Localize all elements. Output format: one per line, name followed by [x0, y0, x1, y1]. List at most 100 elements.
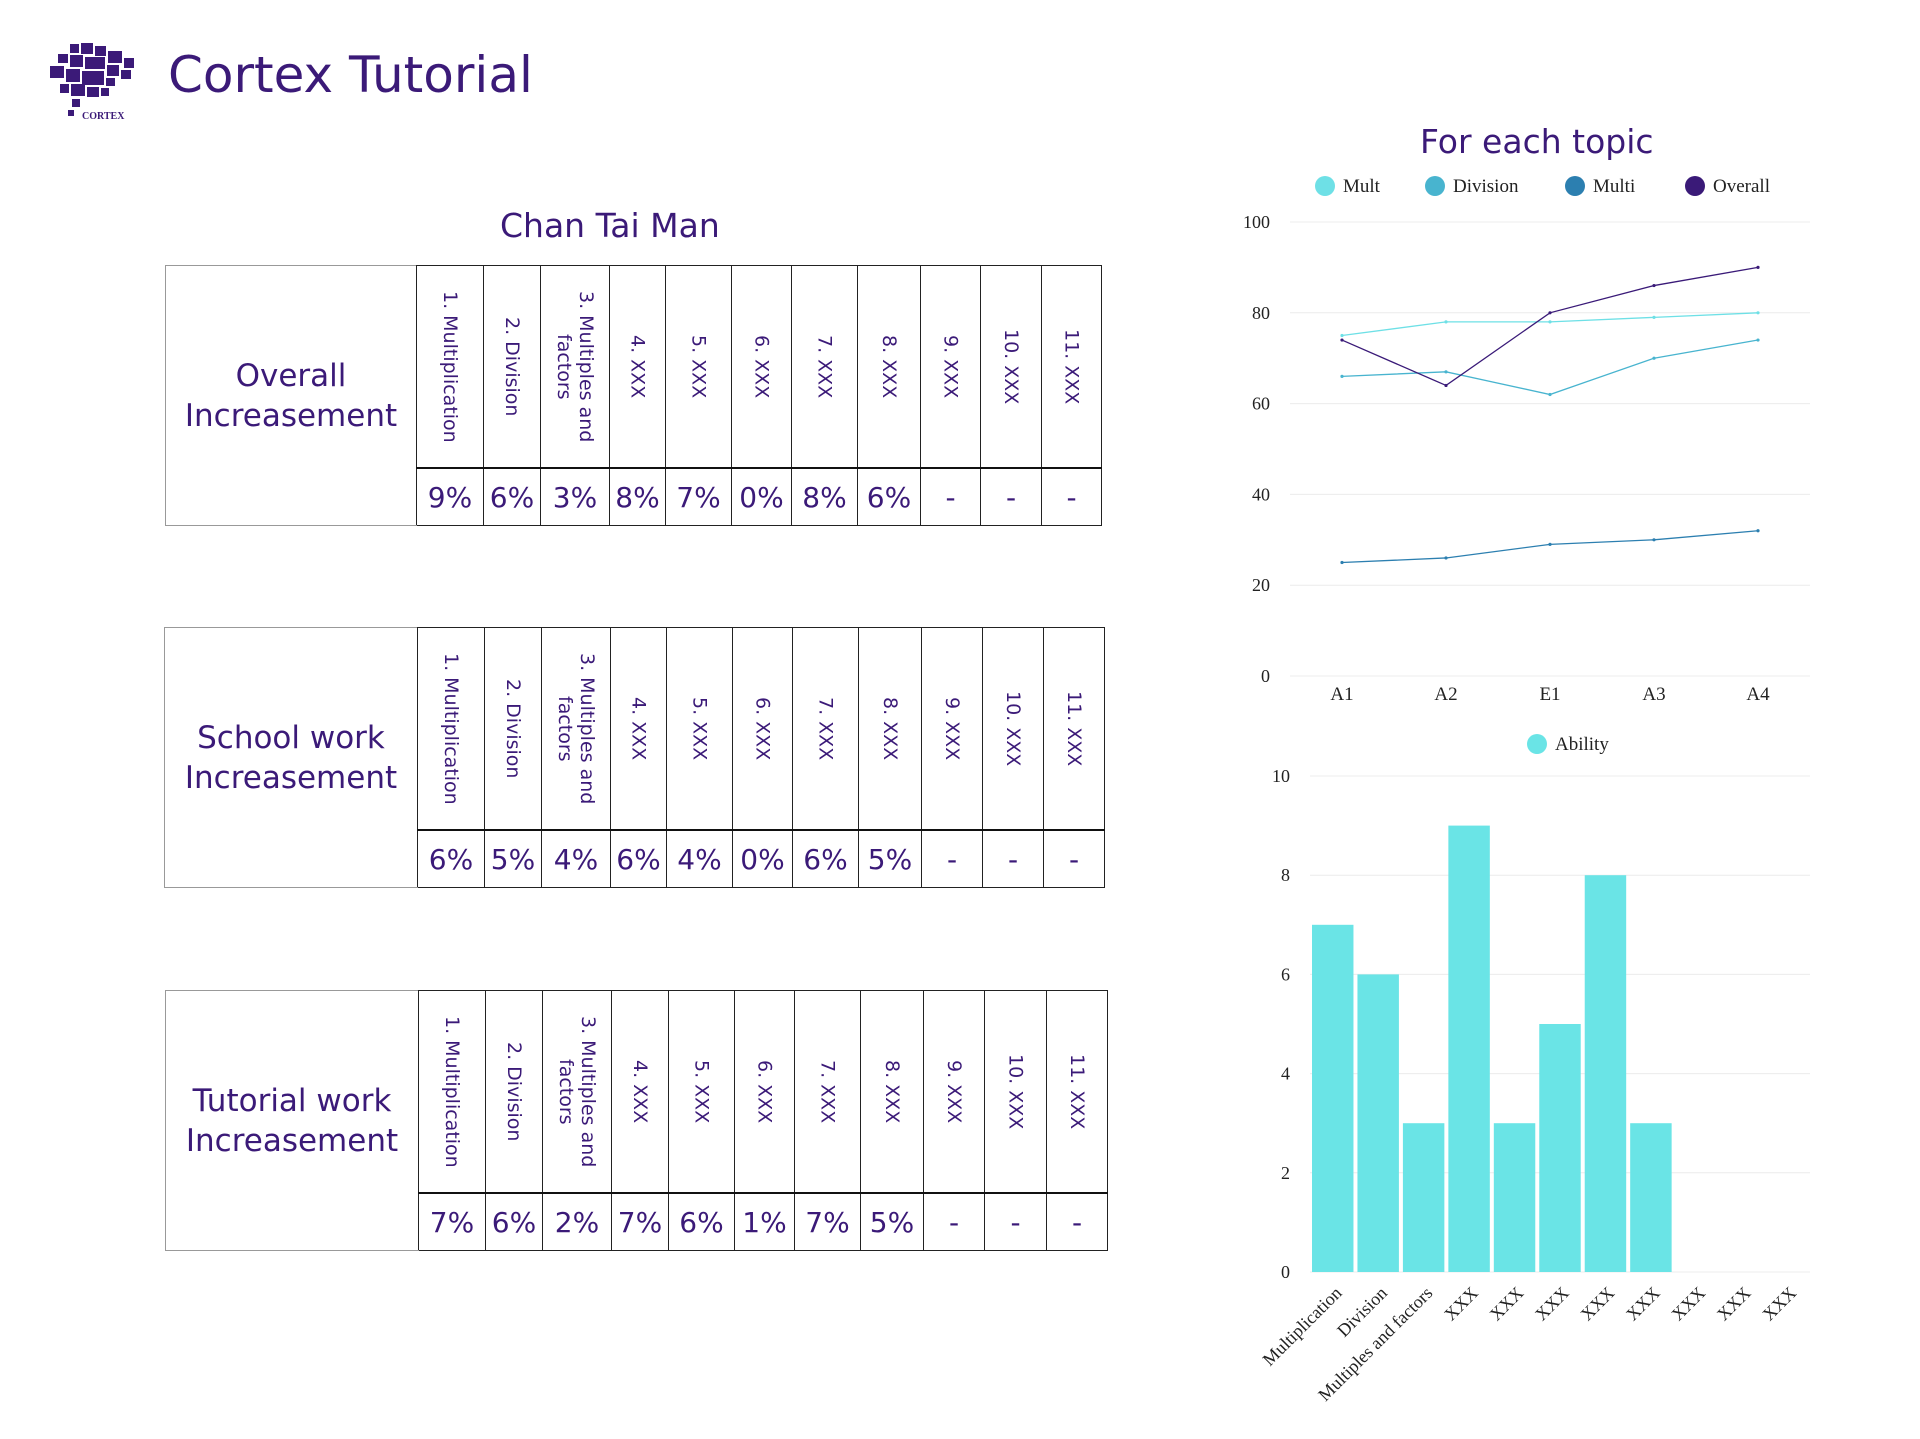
- data-point: [1652, 356, 1656, 360]
- x-tick-label: A3: [1642, 684, 1665, 705]
- value-cell: -: [1041, 467, 1102, 526]
- topic-header: 8. XXX: [860, 990, 924, 1194]
- logo-text: CORTEX: [82, 111, 125, 122]
- topic-header: 3. Multiples and factors: [540, 265, 610, 469]
- y-tick-label: 6: [1281, 964, 1290, 984]
- topic-header: 3. Multiples and factors: [542, 990, 612, 1194]
- topic-header: 9. XXX: [920, 265, 981, 469]
- value-cell: 7%: [794, 1192, 861, 1251]
- data-point: [1548, 311, 1552, 315]
- topic-header: 7. XXX: [794, 990, 861, 1194]
- x-tick-label: E1: [1539, 684, 1560, 705]
- y-tick-label: 40: [1252, 484, 1270, 504]
- value-cell: 6%: [610, 829, 667, 888]
- data-point: [1340, 338, 1344, 342]
- topic-header: 6. XXX: [734, 990, 795, 1194]
- value-cell: 7%: [611, 1192, 669, 1251]
- legend-swatch: [1685, 176, 1705, 196]
- topic-header: 6. XXX: [731, 265, 792, 469]
- topic-header: 7. XXX: [792, 627, 859, 831]
- topic-header: 11. XXX: [1046, 990, 1108, 1194]
- value-cell: 1%: [734, 1192, 795, 1251]
- table-title: Tutorial work Increasement: [165, 990, 419, 1251]
- data-point: [1444, 383, 1448, 388]
- data-point: [1756, 311, 1760, 315]
- data-point: [1340, 560, 1344, 565]
- topic-header: 5. XXX: [668, 990, 735, 1194]
- tutorial-work-increasement-table: Tutorial work Increasement 1. Multiplica…: [165, 990, 1108, 1251]
- topic-header: 8. XXX: [857, 265, 921, 469]
- bar: [1402, 1123, 1445, 1272]
- y-tick-label: 60: [1252, 394, 1270, 414]
- topic-header: 10. XXX: [980, 265, 1042, 469]
- y-tick-label: 100: [1243, 212, 1270, 232]
- table-title: Overall Increasement: [165, 265, 417, 526]
- student-name: Chan Tai Man: [500, 206, 720, 245]
- legend-label: Ability: [1555, 734, 1609, 755]
- series-line: [1341, 266, 1759, 387]
- data-point: [1444, 556, 1448, 560]
- value-cell: -: [1046, 1192, 1108, 1251]
- x-tick-label: XXX: [1486, 1283, 1528, 1325]
- value-cell: 6%: [483, 467, 541, 526]
- topic-header: 6. XXX: [732, 627, 793, 831]
- value-cell: 6%: [792, 829, 859, 888]
- topic-header: 8. XXX: [858, 627, 922, 831]
- value-cell: 3%: [540, 467, 610, 526]
- topic-header: 10. XXX: [982, 627, 1044, 831]
- topic-header: 1. Multiplication: [417, 627, 485, 831]
- legend-label: Mult: [1343, 176, 1381, 197]
- bar-chart: Ability0246810MultiplicationDivisionMult…: [1259, 734, 1810, 1405]
- x-tick-label: A2: [1434, 684, 1457, 705]
- value-cell: -: [982, 829, 1044, 888]
- data-point: [1340, 374, 1344, 378]
- bar: [1357, 974, 1399, 1272]
- y-tick-label: 0: [1261, 666, 1270, 686]
- value-cell: -: [980, 467, 1042, 526]
- value-cell: -: [1043, 829, 1105, 888]
- bar: [1539, 1024, 1581, 1272]
- value-cell: -: [921, 829, 983, 888]
- legend-swatch: [1425, 176, 1445, 196]
- topic-header: 10. XXX: [984, 990, 1047, 1194]
- y-tick-label: 4: [1281, 1064, 1290, 1084]
- value-cell: 4%: [541, 829, 611, 888]
- topic-header: 5. XXX: [666, 627, 733, 831]
- legend-label: Multi: [1593, 176, 1635, 197]
- value-cell: 6%: [668, 1192, 735, 1251]
- legend-swatch: [1315, 176, 1335, 196]
- x-tick-label: XXX: [1440, 1283, 1482, 1325]
- y-tick-label: 2: [1281, 1163, 1290, 1183]
- y-tick-label: 20: [1252, 575, 1270, 595]
- legend-label: Overall: [1713, 176, 1770, 197]
- topic-header: 7. XXX: [791, 265, 858, 469]
- x-tick-label: XXX: [1758, 1283, 1800, 1325]
- data-point: [1548, 392, 1552, 397]
- topic-header: 11. XXX: [1041, 265, 1102, 469]
- value-cell: 5%: [858, 829, 922, 888]
- topic-header: 5. XXX: [665, 265, 732, 469]
- y-tick-label: 10: [1272, 766, 1290, 786]
- x-tick-label: XXX: [1531, 1283, 1573, 1325]
- data-point: [1340, 333, 1344, 338]
- topic-header: 1. Multiplication: [418, 990, 486, 1194]
- data-point: [1652, 315, 1656, 319]
- bar: [1630, 1123, 1672, 1272]
- topic-header: 9. XXX: [921, 627, 983, 831]
- value-cell: 7%: [418, 1192, 486, 1251]
- topic-header: 1. Multiplication: [416, 265, 484, 469]
- bar: [1584, 875, 1627, 1272]
- value-cell: -: [920, 467, 981, 526]
- topic-header: 3. Multiples and factors: [541, 627, 611, 831]
- line-chart-title: For each topic: [1420, 122, 1654, 161]
- topic-header: 11. XXX: [1043, 627, 1105, 831]
- bar: [1312, 924, 1354, 1272]
- data-point: [1444, 370, 1448, 374]
- data-point: [1756, 529, 1760, 533]
- x-tick-label: A4: [1746, 684, 1770, 705]
- table-title: School work Increasement: [164, 627, 418, 888]
- value-cell: 4%: [666, 829, 733, 888]
- topic-header: 2. Division: [484, 627, 542, 831]
- topic-header: 4. XXX: [610, 627, 667, 831]
- data-point: [1652, 283, 1656, 288]
